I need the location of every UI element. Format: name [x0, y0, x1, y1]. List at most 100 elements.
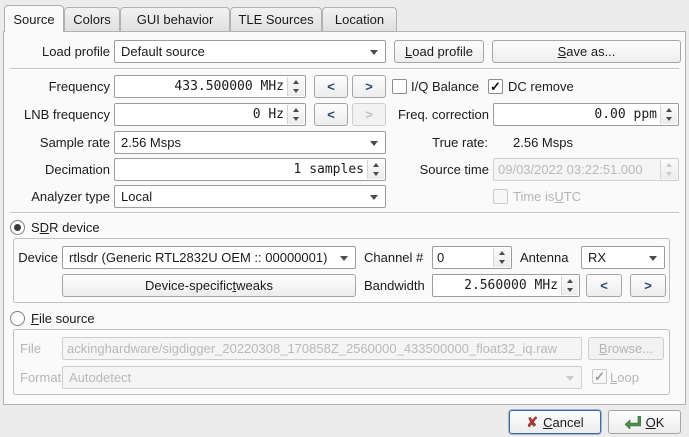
file-path-value: ackinghardware/sigdigger_20220308_170858…: [63, 341, 581, 356]
tab-gui-behavior[interactable]: GUI behavior: [120, 7, 230, 31]
load-profile-button[interactable]: Load profile: [394, 40, 484, 63]
ok-enter-arrow-icon: [625, 416, 641, 429]
chevron-down-icon: [661, 170, 677, 180]
loop-checkbox: ✓: [592, 369, 607, 384]
loop-label: Loop: [610, 366, 639, 389]
freq-correction-spinbox[interactable]: 0.00 ppm: [493, 103, 679, 126]
tab-colors[interactable]: Colors: [64, 7, 120, 31]
time-is-utc-label: Time is UTC: [513, 185, 581, 208]
browse-button: Browse...: [588, 337, 664, 360]
channel-spinbox[interactable]: 0: [432, 246, 512, 269]
bandwidth-spinner[interactable]: [561, 276, 578, 295]
dropdown-arrow-icon: [370, 141, 378, 146]
format-label: Format: [20, 366, 61, 389]
sdr-device-radio[interactable]: [10, 220, 25, 235]
device-label: Device: [14, 246, 58, 269]
dc-remove-label: DC remove: [508, 75, 574, 98]
iq-balance-label: I/Q Balance: [411, 75, 479, 98]
lnb-step-up-button: >: [352, 103, 386, 126]
tab-location-label: Location: [335, 12, 384, 27]
device-specific-tweaks-button[interactable]: Device-specific tweaks: [62, 274, 356, 297]
lnb-step-down-button[interactable]: <: [314, 103, 348, 126]
settings-dialog: Source Colors GUI behavior TLE Sources L…: [0, 0, 689, 437]
frequency-spinbox[interactable]: 433.500000 MHz: [114, 75, 306, 98]
bandwidth-step-up-button[interactable]: >: [630, 274, 666, 297]
freq-correction-spinner[interactable]: [660, 105, 677, 124]
tab-tle-sources-label: TLE Sources: [238, 12, 313, 27]
true-rate-value: 2.56 Msps: [513, 131, 573, 154]
frequency-label: Frequency: [8, 75, 110, 98]
chevron-down-icon[interactable]: [494, 258, 510, 268]
sample-rate-combo[interactable]: 2.56 Msps: [114, 131, 386, 154]
bandwidth-spinbox[interactable]: 2.560000 MHz: [432, 274, 580, 297]
source-time-field: 09/03/2022 03:22:51.000: [493, 158, 679, 181]
antenna-combo-value: RX: [588, 250, 606, 265]
frequency-spinner[interactable]: [287, 77, 304, 96]
frequency-value: 433.500000 MHz: [115, 79, 288, 94]
chevron-up-icon[interactable]: [494, 248, 510, 258]
freq-correction-value: 0.00 ppm: [494, 107, 661, 122]
file-source-radio[interactable]: [10, 311, 25, 326]
antenna-combo[interactable]: RX: [581, 246, 665, 269]
device-combo-value: rtlsdr (Generic RTL2832U OEM :: 00000001…: [69, 250, 327, 265]
tab-source[interactable]: Source: [4, 5, 64, 32]
bandwidth-label: Bandwidth: [364, 274, 425, 297]
lnb-frequency-label: LNB frequency: [8, 103, 110, 126]
bandwidth-value: 2.560000 MHz: [433, 278, 562, 293]
tab-location[interactable]: Location: [322, 7, 397, 31]
bandwidth-step-down-button[interactable]: <: [586, 274, 622, 297]
decimation-value: 1 samples: [115, 162, 368, 177]
cancel-x-icon: ✘: [526, 414, 538, 431]
frequency-step-up-button[interactable]: >: [352, 75, 386, 98]
sample-rate-label: Sample rate: [8, 131, 110, 154]
save-as-button[interactable]: Save as...: [492, 40, 681, 63]
lnb-spinner[interactable]: [287, 105, 304, 124]
decimation-spinner[interactable]: [367, 160, 384, 179]
cancel-button-label: Cancel: [543, 415, 583, 430]
chevron-down-icon[interactable]: [368, 170, 384, 180]
separator: [10, 212, 679, 213]
frequency-step-down-button[interactable]: <: [314, 75, 348, 98]
dc-remove-checkbox[interactable]: ✓: [488, 79, 503, 94]
tab-tle-sources[interactable]: TLE Sources: [230, 7, 322, 31]
format-combo: Autodetect: [62, 366, 582, 389]
antenna-label: Antenna: [520, 246, 568, 269]
format-combo-value: Autodetect: [69, 370, 131, 385]
iq-balance-checkbox[interactable]: [392, 79, 407, 94]
chevron-down-icon[interactable]: [661, 115, 677, 125]
sample-rate-value: 2.56 Msps: [121, 135, 181, 150]
analyzer-type-value: Local: [121, 189, 152, 204]
ok-button[interactable]: OK: [608, 410, 681, 434]
profile-combo[interactable]: Default source: [114, 40, 386, 63]
chevron-down-icon[interactable]: [288, 115, 304, 125]
lnb-frequency-spinbox[interactable]: 0 Hz: [114, 103, 306, 126]
lnb-frequency-value: 0 Hz: [115, 107, 288, 122]
chevron-up-icon[interactable]: [368, 160, 384, 170]
source-time-value: 09/03/2022 03:22:51.000: [494, 162, 661, 177]
analyzer-type-label: Analyzer type: [8, 185, 110, 208]
separator: [10, 68, 679, 69]
dropdown-arrow-icon: [370, 50, 378, 55]
check-icon: ✓: [594, 370, 605, 383]
analyzer-type-combo[interactable]: Local: [114, 185, 386, 208]
tab-source-label: Source: [13, 12, 54, 27]
device-combo[interactable]: rtlsdr (Generic RTL2832U OEM :: 00000001…: [62, 246, 356, 269]
chevron-up-icon[interactable]: [661, 105, 677, 115]
chevron-down-icon[interactable]: [288, 87, 304, 97]
channel-label: Channel #: [364, 246, 423, 269]
dropdown-arrow-icon: [340, 256, 348, 261]
dropdown-arrow-icon: [566, 376, 574, 381]
tab-colors-label: Colors: [73, 12, 111, 27]
chevron-down-icon[interactable]: [562, 286, 578, 296]
decimation-spinbox[interactable]: 1 samples: [114, 158, 386, 181]
chevron-up-icon[interactable]: [288, 105, 304, 115]
load-profile-label: Load profile: [8, 40, 110, 63]
chevron-up-icon[interactable]: [562, 276, 578, 286]
source-time-label: Source time: [390, 158, 489, 181]
file-path-field: ackinghardware/sigdigger_20220308_170858…: [62, 337, 582, 360]
channel-value: 0: [433, 250, 494, 265]
chevron-up-icon[interactable]: [288, 77, 304, 87]
true-rate-label: True rate:: [400, 131, 488, 154]
cancel-button[interactable]: ✘ Cancel: [509, 410, 601, 434]
channel-spinner[interactable]: [493, 248, 510, 267]
